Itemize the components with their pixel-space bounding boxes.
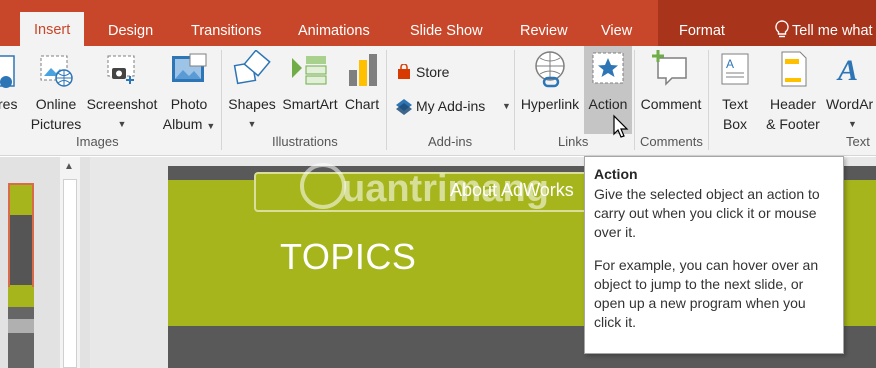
hyperlink-icon [535, 51, 565, 88]
pictures-button[interactable]: res [0, 46, 30, 136]
store-label: Store [416, 64, 450, 80]
tooltip-example: For example, you can hover over an objec… [594, 257, 819, 330]
thumbnail-content [8, 307, 34, 368]
slide-thumbnail[interactable] [8, 287, 34, 368]
online-pictures-button[interactable]: Online Pictures [30, 46, 82, 136]
thumbnail-scrollbar[interactable]: ▲ [60, 157, 80, 368]
store-icon [398, 64, 410, 79]
text-box-icon: A [721, 53, 749, 85]
watermark-text: uantrimang [342, 168, 549, 210]
group-label-comments: Comments [640, 134, 703, 149]
wordart-button[interactable]: A WordAr ▼ [826, 46, 876, 136]
group-label-links: Links [558, 134, 589, 149]
group-separator [221, 50, 222, 150]
tab-format[interactable]: Format [679, 16, 725, 46]
online-pictures-label-2: Pictures [30, 116, 82, 132]
comment-label: Comment [640, 96, 702, 112]
group-separator [708, 50, 709, 150]
thumbnail-content [8, 319, 34, 333]
online-pictures-icon [40, 55, 73, 87]
comment-button[interactable]: Comment [636, 46, 706, 136]
svg-text:A: A [726, 57, 734, 71]
hyperlink-button[interactable]: Hyperlink [516, 46, 584, 136]
pictures-icon [0, 55, 15, 88]
tab-view[interactable]: View [601, 16, 632, 46]
slide-thumbnails-pane: ▲ [0, 157, 90, 368]
header-footer-button[interactable]: Header & Footer [758, 46, 828, 136]
my-addins-label: My Add-ins [416, 98, 486, 114]
photo-album-button[interactable]: Photo Album ▼ [160, 46, 218, 136]
chart-icon [349, 54, 377, 86]
smartart-icon [292, 56, 327, 85]
action-star-icon [592, 52, 624, 84]
photo-album-label-2: Album [162, 116, 203, 132]
lightbulb-icon [775, 20, 789, 38]
slide-thumbnail[interactable] [8, 183, 34, 289]
action-label: Action [588, 96, 628, 112]
shapes-button[interactable]: Shapes ▼ [224, 46, 280, 136]
header-footer-label: Header [770, 96, 816, 112]
store-button[interactable]: Store [394, 62, 494, 84]
group-label-images: Images [76, 134, 119, 149]
screenshot-icon [107, 55, 135, 84]
tab-review[interactable]: Review [520, 16, 568, 46]
text-box-button[interactable]: A Text Box [712, 46, 758, 136]
tooltip-title: Action [594, 166, 638, 182]
my-addins-dropdown-icon[interactable]: ▼ [502, 96, 511, 116]
wordart-icon: A [836, 54, 858, 86]
photo-album-icon [172, 53, 207, 82]
hyperlink-label: Hyperlink [520, 96, 580, 112]
photo-album-dropdown-icon[interactable]: ▼ [206, 121, 215, 131]
group-separator [634, 50, 635, 150]
my-addins-icon [396, 99, 412, 115]
tab-slide-show[interactable]: Slide Show [410, 16, 483, 46]
mouse-pointer-icon [613, 114, 629, 138]
online-pictures-label: Online [35, 96, 77, 112]
header-footer-icon [781, 51, 807, 87]
screenshot-label: Screenshot [86, 96, 158, 112]
group-label-addins: Add-ins [428, 134, 473, 149]
svg-text:A: A [836, 54, 858, 86]
thumbnail-content [10, 215, 32, 285]
text-box-label-2: Box [722, 116, 748, 132]
scroll-up-arrow-icon[interactable]: ▲ [64, 161, 74, 172]
tab-animations[interactable]: Animations [298, 16, 370, 46]
my-addins-button[interactable]: My Add-ins ▼ [394, 96, 514, 118]
tooltip-description: Give the selected object an action to ca… [594, 186, 820, 240]
group-label-illustrations: Illustrations [272, 134, 338, 149]
chart-button[interactable]: Chart [342, 46, 382, 136]
watermark-logo-icon [300, 163, 346, 209]
tab-transitions[interactable]: Transitions [191, 16, 261, 46]
photo-album-label: Photo [170, 96, 208, 112]
pictures-label: res [0, 96, 18, 112]
group-label-text: Text [846, 134, 870, 149]
chart-label: Chart [344, 96, 380, 112]
shapes-dropdown-icon[interactable]: ▼ [224, 114, 280, 134]
text-box-label: Text [722, 96, 748, 112]
shapes-icon [233, 50, 271, 85]
shapes-label: Shapes [228, 96, 276, 112]
tell-me-search[interactable]: Tell me what y [792, 16, 876, 46]
header-footer-label-2: & Footer [766, 116, 820, 132]
scroll-thumb[interactable] [63, 179, 77, 368]
screenshot-dropdown-icon[interactable]: ▼ [84, 114, 160, 134]
smartart-button[interactable]: SmartArt [278, 46, 342, 136]
wordart-dropdown-icon[interactable]: ▼ [848, 114, 857, 134]
tab-insert[interactable]: Insert [20, 12, 85, 46]
tab-design[interactable]: Design [108, 16, 153, 46]
ribbon-tab-bar: Insert Design Transitions Animations Sli… [0, 0, 876, 46]
comment-icon [652, 50, 687, 86]
ribbon-insert: res Online Pictures Screenshot ▼ Photo A… [0, 46, 876, 156]
action-tooltip: Action Give the selected object an actio… [584, 156, 844, 354]
group-separator [386, 50, 387, 150]
slide-title[interactable]: TOPICS [280, 236, 416, 278]
screenshot-button[interactable]: Screenshot ▼ [84, 46, 160, 136]
group-separator [514, 50, 515, 150]
smartart-label: SmartArt [282, 96, 338, 112]
wordart-label: WordAr [826, 96, 874, 112]
